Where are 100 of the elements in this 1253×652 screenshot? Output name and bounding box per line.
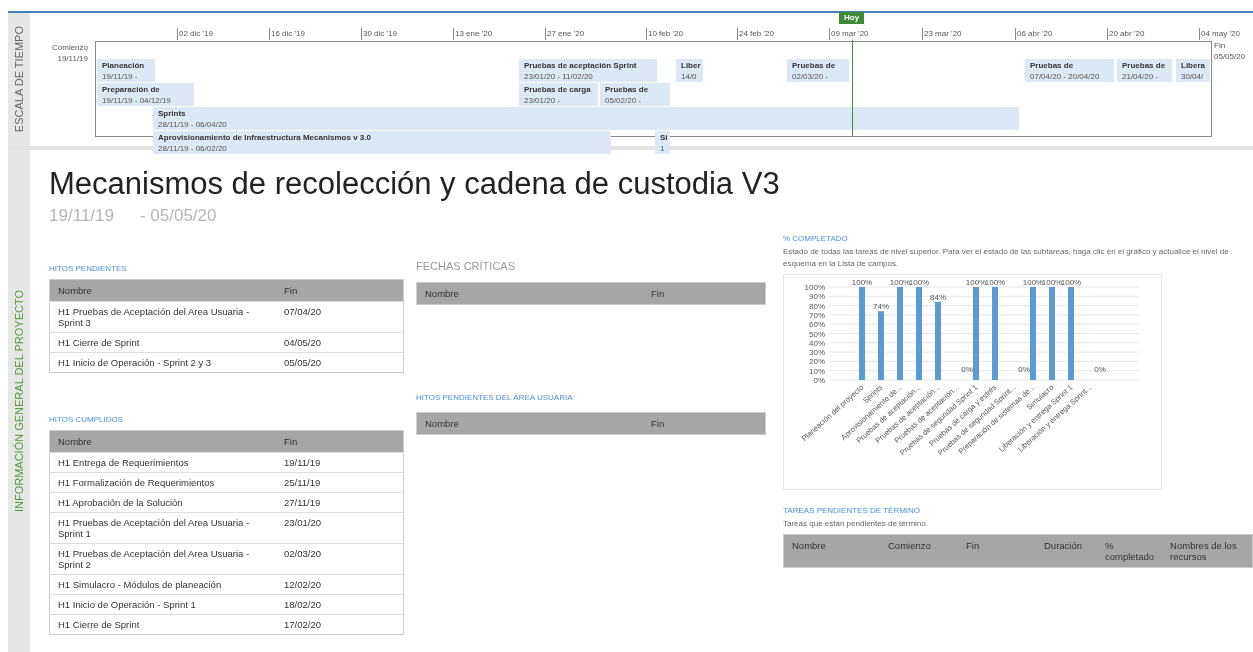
date-tick: 04 may '20 [1199, 28, 1240, 40]
column-header: Fin [276, 279, 404, 302]
column-header: Nombre [49, 279, 276, 302]
table-cell: H1 Aprobación de la Solución [49, 492, 276, 513]
project-title: Mecanismos de recolección y cadena de custodia V3 [49, 165, 781, 203]
axis-label: 10% [809, 366, 825, 376]
data-label: 100% [1060, 278, 1082, 287]
table-cell: 25/11/19 [276, 472, 404, 493]
section-label: INFORMACIÓN GENERAL DEL PROYECTO [13, 289, 25, 513]
timeline-bar[interactable]: Pruebas de 02/03/20 - [787, 59, 849, 82]
timeline-bar[interactable]: Pruebas de aceptación Sprint 23/01/20 - 11/02/20 [519, 59, 657, 82]
column-header: Nombre [416, 412, 643, 435]
date-tick: 16 dic '19 [269, 28, 305, 40]
end-date: - 05/05/20 [139, 206, 217, 226]
column-header: Nombres de los recursos [1162, 534, 1253, 568]
axis-label: 0% [813, 376, 825, 385]
column-header: Nombre [783, 534, 880, 568]
axis-label: 70% [809, 310, 825, 320]
axis-label: 20% [809, 357, 825, 367]
column-header: Nombre [49, 430, 276, 453]
data-label: 100% [1022, 278, 1044, 287]
table-cell: 18/02/20 [276, 594, 404, 615]
axis-label: 50% [809, 329, 825, 339]
bar [878, 311, 884, 380]
date-tick: 02 dic '19 [177, 28, 213, 40]
section-label: ESCALA DE TIEMPO [13, 26, 25, 133]
date-tick: 06 abr '20 [1015, 28, 1053, 40]
column-header: Duración [1036, 534, 1097, 568]
data-label: 100% [851, 278, 873, 287]
column-header: Fin [643, 412, 766, 435]
data-label: 84% [930, 292, 946, 302]
timeline-bar[interactable]: Planeación 19/11/19 - [97, 59, 155, 82]
data-label: 100% [1041, 278, 1063, 287]
table-cell: 17/02/20 [276, 614, 404, 635]
column-header: Nombre [416, 282, 643, 305]
start-date: 19/11/19 [49, 206, 114, 226]
end-marker: Fin 05/05/20 [1214, 40, 1246, 62]
table-cell: 05/05/20 [276, 352, 404, 373]
timeline-bar[interactable]: Pruebas de 07/04/20 - 20/04/20 [1025, 59, 1114, 82]
column-header: Fin [958, 534, 1036, 568]
date-tick: 30 dic '19 [361, 28, 397, 40]
axis-label: 90% [809, 292, 825, 302]
axis-label: 60% [809, 320, 825, 330]
table-cell: 04/05/20 [276, 332, 404, 353]
axis-label: 80% [809, 301, 825, 311]
table-cell: 07/04/20 [276, 301, 404, 333]
table-cell: H1 Cierre de Sprint [49, 614, 276, 635]
data-label: 100% [965, 278, 987, 287]
timeline-bar[interactable]: Si 1 [655, 131, 670, 154]
axis-label: 100% [804, 283, 825, 292]
section-title: % COMPLETADO [783, 234, 849, 243]
section-title: FECHAS CRÍTICAS [416, 260, 516, 272]
timeline-bar[interactable]: Pruebas de 05/02/20 - [600, 83, 670, 106]
section-title: HITOS PENDIENTES DEL ÁREA USUARIA [416, 393, 574, 402]
table-cell: H1 Inicio de Operación - Sprint 2 y 3 [49, 352, 276, 373]
data-label: 100% [908, 278, 930, 287]
table-cell: H1 Simulacro - Módulos de planeación [49, 574, 276, 595]
timeline-bar[interactable]: Preparación de 19/11/19 - 04/12/19 [97, 83, 194, 106]
timeline-bar[interactable]: Pruebas de carga 23/01/20 - [519, 83, 598, 106]
table-cell: H1 Entrega de Requerimientos [49, 452, 276, 473]
date-tick: 27 ene '20 [545, 28, 585, 40]
column-header: Fin [643, 282, 766, 305]
data-label: 100% [984, 278, 1006, 287]
table-cell: 23/01/20 [276, 512, 404, 544]
timeline-bar[interactable]: Libera 30/04/ [1176, 59, 1210, 82]
data-label: 0% [1094, 365, 1106, 374]
date-tick: 20 abr '20 [1107, 28, 1145, 40]
table-cell: H1 Pruebas de Aceptación del Area Usuaria - Sprint 1 [49, 512, 276, 544]
table-cell: H1 Inicio de Operación - Sprint 1 [49, 594, 276, 615]
date-tick: 10 feb '20 [646, 28, 683, 40]
table-cell: 27/11/19 [276, 492, 404, 513]
date-tick: 13 ene '20 [453, 28, 493, 40]
table-cell: H1 Pruebas de Aceptación del Area Usuaria - Sprint 2 [49, 543, 276, 575]
data-label: 74% [873, 302, 889, 312]
data-label: 100% [889, 278, 911, 287]
section-title: TAREAS PENDIENTES DE TÉRMINO [783, 506, 922, 515]
column-header: Fin [276, 430, 404, 453]
section-description: Tareas que están pendientes de término. [783, 518, 929, 530]
section-description: Estado de todas las tareas de nivel superior. Para ver el estado de las subtareas, haga clic en el gráfico y actualice el nivel de esquema en la Lista de campos. [783, 246, 1230, 270]
table-cell: 12/02/20 [276, 574, 404, 595]
timeline-bar[interactable]: Aprovisionamiento de Infraestructura Mecanismos v 3.0 28/11/19 - 06/02/20 [153, 131, 611, 154]
axis-label: 30% [809, 348, 825, 358]
table-cell: H1 Cierre de Sprint [49, 332, 276, 353]
timeline-bar[interactable]: Pruebas de 21/04/20 - [1117, 59, 1172, 82]
data-label: 0% [961, 365, 973, 374]
date-tick: 09 mar '20 [829, 28, 869, 40]
axis-label: 40% [809, 338, 825, 348]
timeline-bar[interactable]: Sprints 28/11/19 - 06/04/20 [153, 107, 1019, 130]
start-marker: Comienzo 19/11/19 [52, 42, 88, 64]
column-header: % completado [1097, 534, 1163, 568]
table-cell: 19/11/19 [276, 452, 404, 473]
column-header: Comienzo [880, 534, 958, 568]
section-title: HITOS CUMPLIDOS [49, 415, 125, 424]
table-cell: H1 Formalización de Requerimientos [49, 472, 276, 493]
today-badge: Hoy [839, 12, 865, 24]
table-cell: 02/03/20 [276, 543, 404, 575]
date-tick: 24 feb '20 [737, 28, 774, 40]
section-title: HITOS PENDIENTES [49, 264, 128, 273]
date-tick: 23 mar '20 [922, 28, 962, 40]
timeline-bar[interactable]: Liber 14/0 [676, 59, 703, 82]
